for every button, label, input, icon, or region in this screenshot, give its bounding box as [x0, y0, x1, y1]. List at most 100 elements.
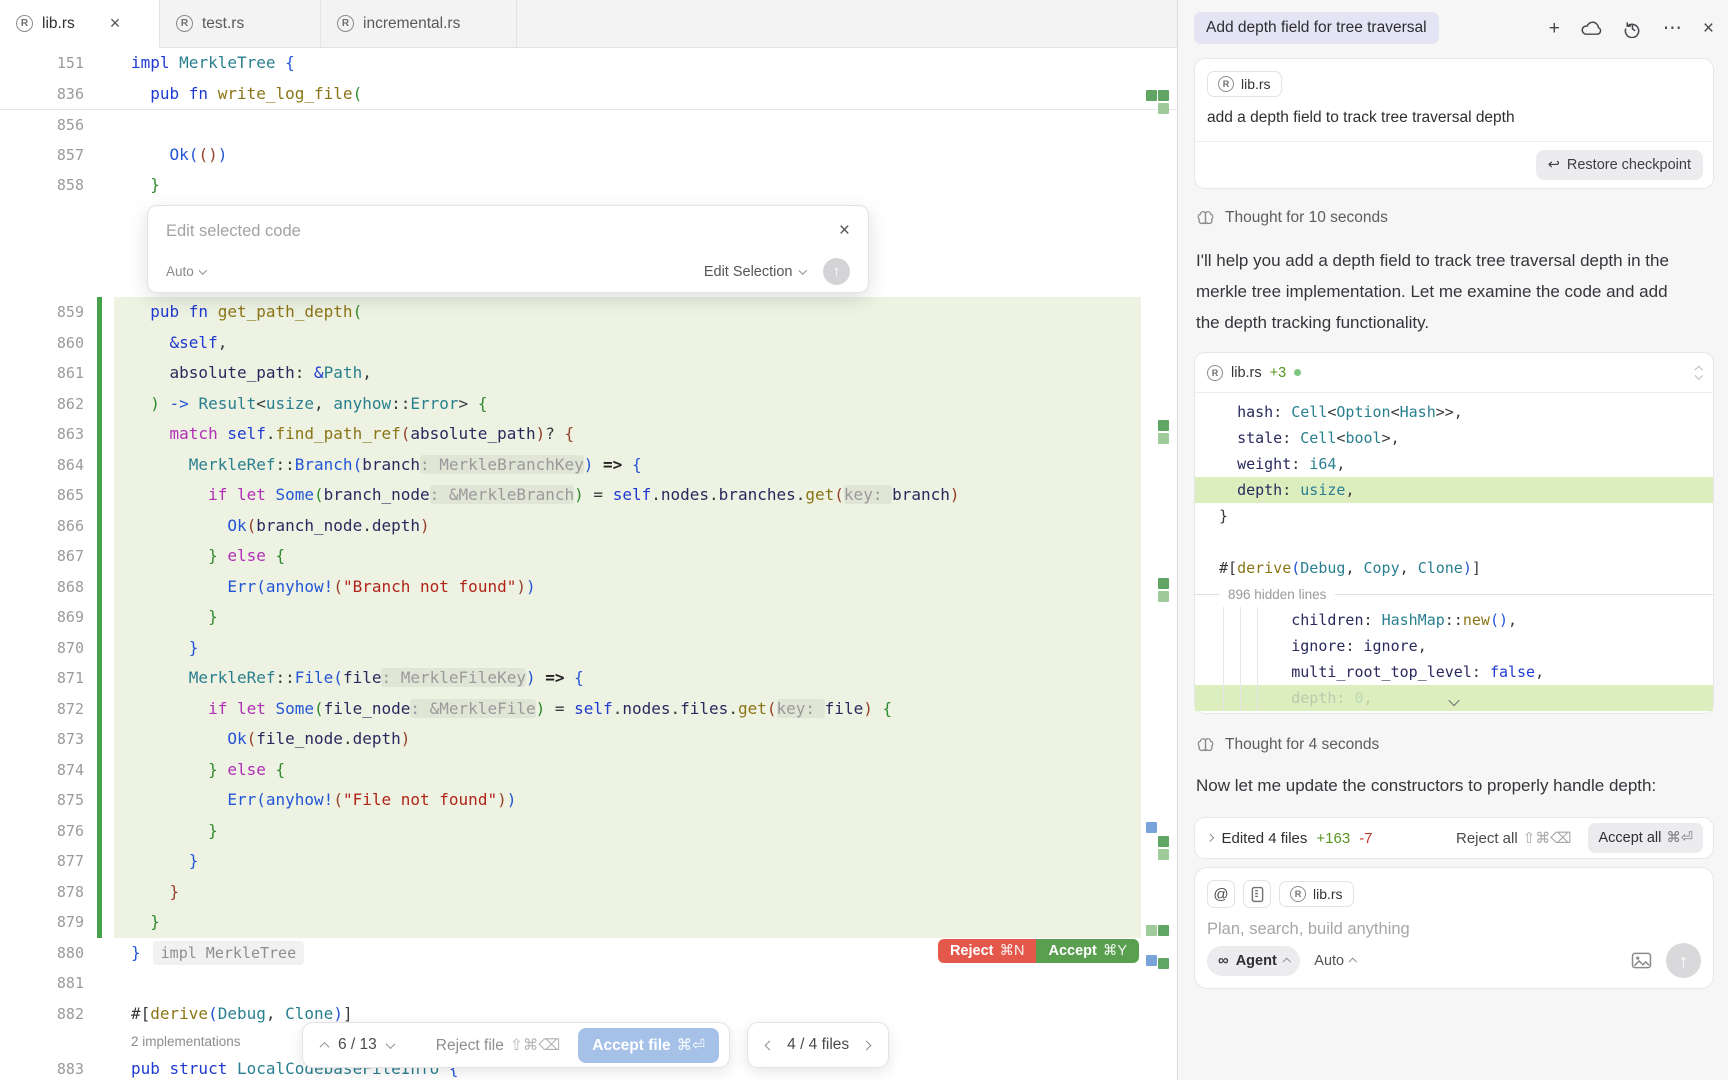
- next-file-icon[interactable]: [862, 1040, 872, 1050]
- show-more-button[interactable]: [1444, 692, 1464, 711]
- diff-indicator: [1158, 925, 1169, 936]
- chevron-down-icon: [798, 266, 806, 274]
- code-line: 856: [0, 109, 1177, 140]
- code-line: 877 }: [0, 846, 1177, 877]
- new-thread-icon[interactable]: +: [1549, 19, 1560, 38]
- diff-card-header[interactable]: R lib.rs +3: [1195, 353, 1713, 393]
- code-line: 873 Ok(file_node.depth): [0, 724, 1177, 755]
- close-panel-icon[interactable]: ×: [1703, 19, 1714, 38]
- code-line: 881: [0, 968, 1177, 999]
- restore-checkpoint-button[interactable]: ↩ Restore checkpoint: [1536, 150, 1703, 180]
- prev-hunk-icon[interactable]: [320, 1041, 330, 1051]
- diff-indicator: [1146, 925, 1157, 936]
- code-line: 865 if let Some(branch_node: &MerkleBran…: [0, 480, 1177, 511]
- hunk-navigation-pill: 6 / 13 Reject file⇧⌘⌫ Accept file⌘⏎: [302, 1022, 730, 1068]
- model-auto-dropdown[interactable]: Auto: [1314, 953, 1355, 969]
- diff-code-card: R lib.rs +3 hash: Cell<Option<Hash>>, st…: [1194, 352, 1714, 714]
- diff-added-count: +3: [1270, 365, 1287, 381]
- diff-indicator: [1158, 836, 1169, 847]
- diff-indicator: [1158, 103, 1169, 114]
- status-dot: [1294, 369, 1301, 376]
- tab-lib-rs[interactable]: R lib.rs ×: [0, 0, 160, 48]
- code-line: 879 }: [0, 907, 1177, 938]
- file-context-chip[interactable]: R lib.rs: [1279, 881, 1354, 907]
- message-composer: @ R lib.rs Plan, search, build anything …: [1194, 867, 1714, 989]
- chevron-up-icon: [1349, 958, 1357, 966]
- thread-title[interactable]: Add depth field for tree traversal: [1194, 12, 1439, 44]
- thought-row[interactable]: Thought for 10 seconds: [1196, 209, 1714, 227]
- agent-mode-dropdown[interactable]: ∞ Agent: [1207, 946, 1300, 976]
- thought-row[interactable]: Thought for 4 seconds: [1196, 736, 1714, 754]
- composer-input[interactable]: Plan, search, build anything: [1207, 920, 1701, 943]
- file-navigation-pill: 4 / 4 files: [747, 1022, 889, 1068]
- close-tab-icon[interactable]: ×: [110, 13, 121, 34]
- code-line: 836 pub fn write_log_file(: [0, 79, 1177, 110]
- code-line: 864 MerkleRef::Branch(branch: MerkleBran…: [0, 450, 1177, 481]
- diff-inline-actions: Reject⌘N Accept⌘Y: [938, 939, 1139, 963]
- edited-files-label[interactable]: Edited 4 files: [1222, 830, 1308, 847]
- chevron-right-icon[interactable]: [1206, 834, 1214, 842]
- tab-incremental-rs[interactable]: R incremental.rs: [321, 0, 517, 47]
- next-hunk-icon[interactable]: [385, 1039, 395, 1049]
- code-line: 860 &self,: [0, 328, 1177, 359]
- code-line: 862 ) -> Result<usize, anyhow::Error> {: [0, 389, 1177, 420]
- mention-button[interactable]: @: [1207, 880, 1235, 908]
- rust-file-icon: R: [1207, 365, 1223, 381]
- code-line: 876 }: [0, 816, 1177, 847]
- code-line: 875 Err(anyhow!("File not found")): [0, 785, 1177, 816]
- history-icon[interactable]: [1623, 19, 1642, 38]
- edit-code-popup: Edit selected code × Auto Edit Selection…: [147, 205, 869, 293]
- code-line: 872 if let Some(file_node: &MerkleFile) …: [0, 694, 1177, 725]
- rust-file-icon: R: [1218, 76, 1234, 92]
- brain-icon: [1196, 737, 1215, 754]
- tab-test-rs[interactable]: R test.rs: [160, 0, 321, 47]
- reject-all-button[interactable]: Reject all⇧⌘⌫: [1456, 829, 1571, 847]
- code-line: 858 }: [0, 170, 1177, 201]
- tab-bar: R lib.rs × R test.rs R incremental.rs: [0, 0, 1177, 48]
- code-area-top[interactable]: 151impl MerkleTree {836 pub fn write_log…: [0, 48, 1177, 201]
- file-context-chip[interactable]: R lib.rs: [1207, 71, 1282, 97]
- code-line: 859 pub fn get_path_depth(: [0, 297, 1177, 328]
- diff-indicator: [1158, 433, 1169, 444]
- code-line: ignore: ignore,: [1195, 633, 1713, 659]
- tab-label: test.rs: [202, 15, 244, 33]
- code-line: 151impl MerkleTree {: [0, 48, 1177, 79]
- close-popup-icon[interactable]: ×: [839, 220, 850, 242]
- more-options-icon[interactable]: ⋯: [1663, 19, 1682, 38]
- send-button[interactable]: ↑: [1666, 943, 1701, 978]
- expand-collapse-icon[interactable]: [1696, 366, 1702, 379]
- brain-icon: [1196, 210, 1215, 227]
- reject-file-button[interactable]: Reject file⇧⌘⌫: [436, 1036, 560, 1055]
- thought-duration: Thought for 4 seconds: [1225, 736, 1379, 754]
- file-counter: 4 / 4 files: [787, 1036, 849, 1054]
- edit-selection-dropdown[interactable]: Edit Selection: [704, 264, 805, 280]
- chevron-up-icon: [1283, 958, 1291, 966]
- accept-file-button[interactable]: Accept file⌘⏎: [578, 1028, 719, 1063]
- tab-label: lib.rs: [42, 15, 75, 33]
- attach-image-icon[interactable]: [1631, 952, 1652, 969]
- accept-hunk-button[interactable]: Accept⌘Y: [1036, 939, 1139, 963]
- code-line: 857 Ok(()): [0, 140, 1177, 171]
- cloud-icon[interactable]: [1581, 21, 1602, 36]
- rust-file-icon: R: [16, 15, 33, 32]
- rules-icon[interactable]: [1243, 880, 1271, 908]
- code-line: 867 } else {: [0, 541, 1177, 572]
- code-line: 861 absolute_path: &Path,: [0, 358, 1177, 389]
- rust-file-icon: R: [337, 15, 354, 32]
- prev-file-icon[interactable]: [765, 1040, 775, 1050]
- rust-file-icon: R: [1290, 886, 1306, 902]
- code-line: weight: i64,: [1195, 451, 1713, 477]
- reject-hunk-button[interactable]: Reject⌘N: [938, 939, 1037, 963]
- code-line: multi_root_top_level: false,: [1195, 659, 1713, 685]
- accept-all-button[interactable]: Accept all⌘⏎: [1588, 823, 1703, 853]
- model-mode-dropdown[interactable]: Auto: [166, 264, 205, 279]
- edit-prompt-input[interactable]: Edit selected code: [166, 222, 839, 241]
- code-line: stale: Cell<bool>,: [1195, 425, 1713, 451]
- lines-removed: -7: [1359, 830, 1372, 847]
- code-line: hash: Cell<Option<Hash>>,: [1195, 399, 1713, 425]
- infinity-icon: ∞: [1218, 952, 1229, 969]
- submit-edit-button[interactable]: ↑: [823, 258, 850, 285]
- lines-added: +163: [1316, 830, 1350, 847]
- diff-indicator: [1158, 90, 1169, 101]
- user-message-card: R lib.rs add a depth field to track tree…: [1194, 58, 1714, 189]
